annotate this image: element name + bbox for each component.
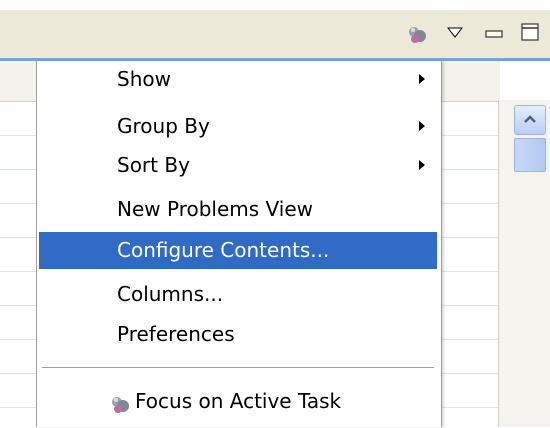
focus-task-icon (109, 391, 131, 413)
submenu-arrow-icon (419, 160, 425, 170)
menu-item-focus-active-task[interactable]: Focus on Active Task (39, 383, 437, 420)
menu-item-sort-by[interactable]: Sort By (39, 147, 437, 184)
view-menu-triangle-icon[interactable] (446, 24, 464, 38)
minimize-icon[interactable] (485, 25, 503, 38)
menu-item-label: Show (117, 67, 171, 91)
submenu-arrow-icon (419, 74, 425, 84)
menu-separator (42, 367, 434, 369)
focus-task-icon[interactable] (406, 24, 428, 46)
menu-item-label: Focus on Active Task (135, 389, 342, 413)
chevron-up-icon (524, 115, 536, 123)
menu-item-label: Configure Contents... (117, 238, 330, 262)
maximize-icon[interactable] (521, 23, 539, 41)
menu-item-label: Preferences (117, 322, 235, 346)
scroll-thumb[interactable] (514, 138, 546, 172)
menu-item-label: Columns... (117, 282, 224, 306)
scroll-up-button[interactable] (514, 105, 546, 135)
view-toolbar (0, 10, 550, 59)
menu-item-show[interactable]: Show (39, 61, 437, 98)
menu-item-group-by[interactable]: Group By (39, 108, 437, 145)
submenu-arrow-icon (419, 121, 425, 131)
menu-item-columns[interactable]: Columns... (39, 276, 437, 313)
menu-item-preferences[interactable]: Preferences (39, 316, 437, 353)
menu-item-label: Sort By (117, 153, 190, 177)
menu-item-label: New Problems View (117, 197, 313, 221)
menu-item-label: Group By (117, 114, 210, 138)
menu-item-new-problems-view[interactable]: New Problems View (39, 191, 437, 228)
menu-item-configure-contents[interactable]: Configure Contents... (39, 232, 437, 269)
view-menu-dropdown: Show Group By Sort By New Problems View … (36, 61, 442, 427)
